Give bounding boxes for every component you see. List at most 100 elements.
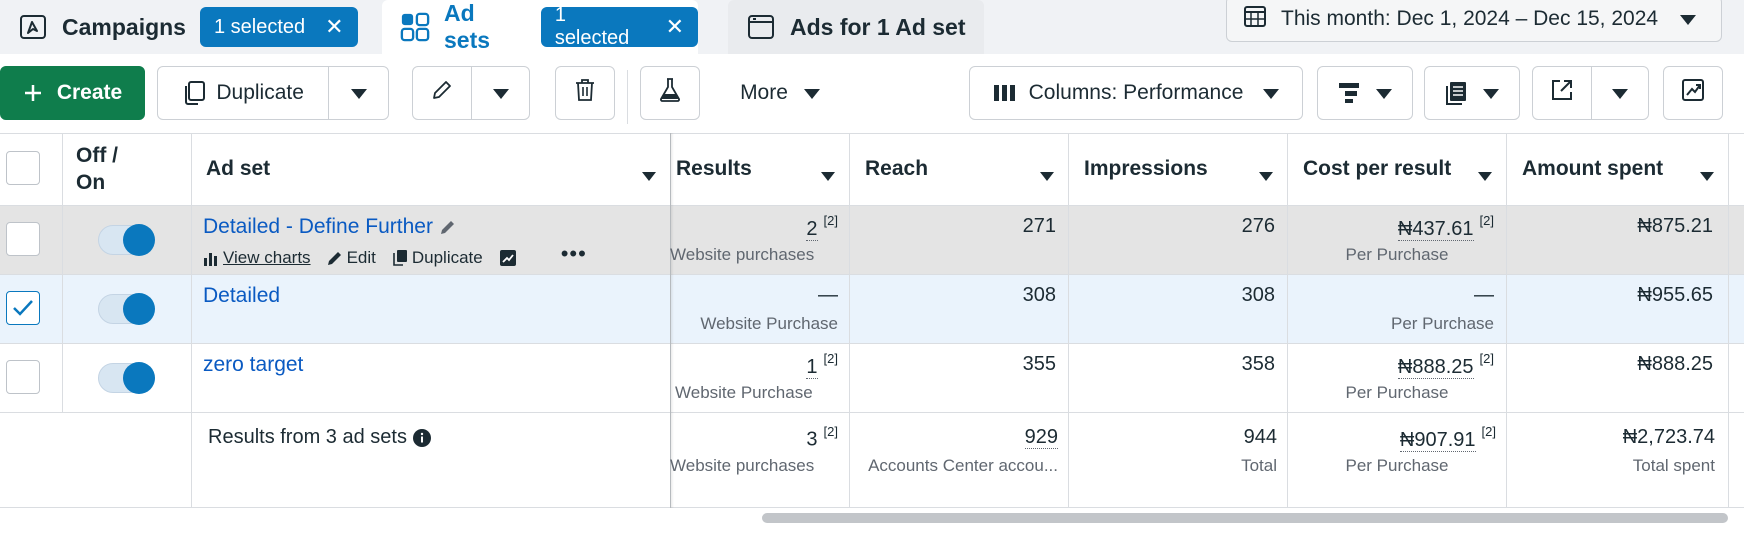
cost-sub: Per Purchase [1391,314,1494,333]
tab-ads[interactable]: Ads for 1 Ad set [728,0,984,54]
duplicate-dropdown-button[interactable] [328,67,388,119]
pencil-icon[interactable] [439,218,457,236]
sort-down-icon[interactable] [821,163,835,187]
sort-down-icon[interactable] [1478,163,1492,187]
date-range-picker[interactable]: This month: Dec 1, 2024 – Dec 15, 2024 [1226,0,1722,42]
ab-test-button[interactable] [640,66,700,120]
row-checkbox-checked[interactable] [6,291,40,325]
open-insights-icon[interactable] [499,249,521,267]
edit-button[interactable] [413,67,471,119]
summary-reach-value[interactable]: 929 [1024,426,1058,449]
campaigns-selection-pill[interactable]: 1 selected ✕ [199,7,358,47]
summary-cost-value[interactable]: ₦907.91 [1399,428,1476,452]
row-toggle[interactable] [98,362,155,394]
header-results[interactable]: Results [670,133,849,205]
sort-down-icon[interactable] [1700,163,1714,187]
toggle-knob [123,224,155,256]
adset-name-link[interactable]: zero target [203,353,303,376]
create-button[interactable]: Create [0,66,145,120]
chevron-down-icon [1611,81,1628,105]
results-sub: Website purchases [670,245,838,265]
edit-action[interactable]: Edit [327,248,376,268]
columns-button[interactable]: Columns: Performance [969,66,1303,120]
chevron-down-icon [803,81,820,105]
campaign-flag-icon [18,12,48,42]
sort-down-icon[interactable] [1040,163,1054,187]
reach-value: 355 [1022,353,1056,375]
cost-note: [2] [1479,213,1494,228]
row-toggle[interactable] [98,224,155,256]
adsets-selection-label: 1 selected [554,4,630,49]
export-button[interactable] [1533,67,1591,119]
info-icon[interactable] [412,428,431,447]
reports-button[interactable] [1424,66,1520,120]
chevron-down-icon [1376,81,1392,105]
delete-button[interactable] [555,66,615,120]
col-divider [1728,133,1729,508]
header-results-label: Results [676,157,752,180]
duplicate-action[interactable]: Duplicate [392,248,483,268]
select-all-checkbox[interactable] [6,151,40,185]
header-cost-per-result[interactable]: Cost per result [1287,133,1506,205]
header-spent-label: Amount spent [1522,157,1664,180]
summary-spent-value: ₦2,723.74 [1622,426,1715,448]
sort-down-icon[interactable] [1259,163,1273,187]
columns-icon [993,83,1017,103]
duplicate-button[interactable]: Duplicate [158,67,328,119]
cost-value[interactable]: ₦888.25 [1397,355,1474,379]
results-value[interactable]: 1 [806,355,818,379]
row-toggle[interactable] [98,293,155,325]
results-value[interactable]: 2 [806,217,818,241]
row-checkbox[interactable] [6,222,40,256]
row-checkbox[interactable] [6,360,40,394]
results-cell: 1 [2] [670,351,838,379]
pencil-icon [430,78,454,108]
cost-cell: ₦437.61 [2] [1287,213,1494,241]
more-button[interactable]: More [724,66,836,120]
horizontal-scrollbar[interactable] [762,513,1728,523]
export-icon [1550,78,1574,108]
charts-button[interactable] [1663,66,1723,120]
header-reach-label: Reach [865,157,929,180]
tab-campaigns[interactable]: Campaigns 1 selected ✕ [0,0,358,54]
header-toggle: Off / On [76,133,176,205]
tab-adsets[interactable]: Ad sets 1 selected ✕ [382,0,698,54]
clear-campaigns-selection-icon[interactable]: ✕ [325,16,343,38]
summary-spent-sub: Total spent [1632,456,1715,475]
toggle-knob [123,293,155,325]
breakdown-button[interactable] [1317,66,1413,120]
tab-bar: Campaigns 1 selected ✕ Ad sets 1 selecte… [0,0,1744,54]
row-name-cell: Detailed - Define Further [203,215,457,239]
summary-cost-sub: Per Purchase [1345,456,1449,475]
sort-down-icon[interactable] [642,163,656,187]
more-options-icon[interactable]: ••• [561,241,587,267]
export-dropdown-button[interactable] [1590,67,1649,119]
cost-sub: Per Purchase [1345,383,1449,402]
cost-value[interactable]: ₦437.61 [1397,217,1474,241]
cost-note: [2] [1479,351,1494,366]
summary-results-sub: Website purchases [670,456,838,476]
results-cell: 2 [2] [670,213,838,241]
results-sub-label: Website purchases [670,245,815,264]
header-reach[interactable]: Reach [849,133,1068,205]
summary-reach-sub: Accounts Center accou... [868,456,1058,475]
columns-label: Columns: Performance [1028,81,1244,104]
cost-sub: Per Purchase [1345,245,1449,264]
view-charts-action[interactable]: View charts [203,248,311,268]
summary-results-value: 3 [806,428,818,451]
plus-icon [23,83,43,103]
adset-name-link[interactable]: Detailed - Define Further [203,215,433,239]
header-amount-spent[interactable]: Amount spent [1506,133,1728,205]
header-adset[interactable]: Ad set [191,133,670,205]
adsets-selection-pill[interactable]: 1 selected ✕ [540,4,698,49]
row-name-cell: Detailed [203,284,280,308]
trend-chart-icon [1681,78,1705,108]
summary-label-cell: Results from 3 ad sets [208,426,431,449]
more-label: More [740,81,788,104]
edit-dropdown-button[interactable] [471,67,529,119]
clear-adsets-selection-icon[interactable]: ✕ [666,16,684,38]
header-impressions[interactable]: Impressions [1068,133,1287,205]
adset-name-link[interactable]: Detailed [203,284,280,307]
bar-chart-icon [203,250,223,266]
row-border [0,274,1744,275]
